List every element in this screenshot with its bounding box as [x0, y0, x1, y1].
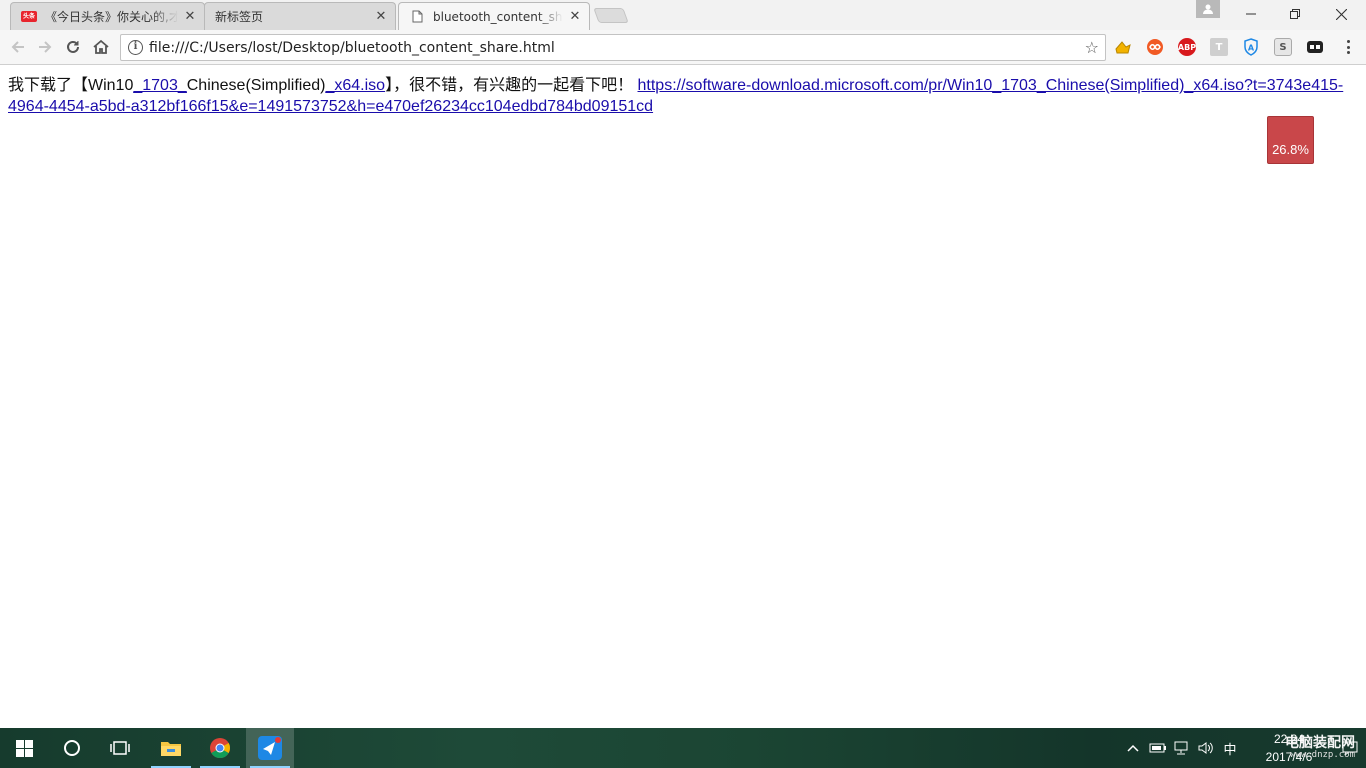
page-content: 我下载了【Win10_1703_Chinese(Simplified)_x64.… [0, 66, 1366, 728]
ext-yellow-icon[interactable] [1114, 38, 1132, 56]
ext-gamepad-icon[interactable] [1306, 38, 1324, 56]
tray-expand-icon[interactable] [1124, 728, 1142, 768]
chrome-menu-icon[interactable] [1340, 38, 1356, 56]
minimize-button[interactable] [1228, 0, 1274, 28]
new-tab-button[interactable] [593, 8, 629, 23]
restore-button[interactable] [1272, 0, 1318, 28]
watermark-site: www.dnzp.com [1290, 750, 1356, 760]
file-explorer-icon [161, 742, 181, 756]
restore-icon [1290, 9, 1300, 19]
svg-text:A: A [1248, 44, 1255, 53]
address-bar[interactable]: i file:///C:/Users/lost/Desktop/bluetoot… [120, 34, 1106, 61]
close-icon [1335, 8, 1347, 20]
address-url[interactable]: file:///C:/Users/lost/Desktop/bluetooth_… [149, 40, 555, 56]
tab-close-icon[interactable]: ✕ [375, 10, 387, 23]
battery-icon[interactable] [1148, 728, 1168, 768]
tab-title: bluetooth_content_share.html [433, 9, 563, 24]
tab-close-icon[interactable]: ✕ [184, 10, 196, 23]
adblock-plus-icon[interactable]: ABP [1178, 38, 1196, 56]
tab-title: 新标签页 [215, 10, 264, 24]
tab-close-icon[interactable]: ✕ [569, 10, 581, 23]
chrome-taskbar-button[interactable] [196, 728, 244, 768]
windows-taskbar: 中 22:24 2017/4/6 [0, 728, 1366, 768]
task-view-button[interactable] [96, 728, 144, 768]
forward-button[interactable] [34, 36, 56, 58]
watermark-logo: 电脑装配网 [1285, 735, 1355, 751]
volume-icon[interactable] [1196, 728, 1216, 768]
tab-strip: 头条 《今日头条》你关心的,才是头条 ✕ 新标签页 ✕ bluetooth_co… [0, 0, 1366, 30]
share-app-taskbar-button[interactable] [246, 728, 294, 768]
ext-shield-a-icon[interactable]: A [1242, 38, 1260, 56]
ext-infinity-icon[interactable] [1146, 38, 1164, 56]
share-message: 我下载了【Win10_1703_Chinese(Simplified)_x64.… [8, 75, 1348, 117]
progress-badge[interactable]: 26.8% [1267, 116, 1314, 164]
home-icon [93, 39, 109, 54]
page-icon [409, 10, 425, 23]
share-app-icon [258, 736, 282, 760]
start-icon [15, 739, 33, 757]
cortana-button[interactable] [48, 728, 96, 768]
start-button[interactable] [0, 728, 48, 768]
network-icon[interactable] [1172, 728, 1192, 768]
tab-bluetooth-share[interactable]: bluetooth_content_share.html ✕ [398, 2, 590, 30]
profile-avatar-icon[interactable] [1196, 0, 1220, 18]
share-filename-link-x64[interactable]: _x64.iso [325, 77, 385, 94]
tab-new-tab[interactable]: 新标签页 ✕ [204, 2, 396, 30]
site-info-icon[interactable]: i [128, 40, 143, 55]
ime-indicator[interactable]: 中 [1219, 728, 1241, 768]
reload-icon [67, 40, 79, 53]
ext-t-icon[interactable]: T [1210, 38, 1228, 56]
cortana-icon [64, 740, 80, 756]
file-explorer-button[interactable] [147, 728, 195, 768]
tab-title: 《今日头条》你关心的,才是头条 [45, 10, 178, 24]
tab-toutiao[interactable]: 头条 《今日头条》你关心的,才是头条 ✕ [10, 2, 205, 30]
close-window-button[interactable] [1318, 0, 1364, 28]
forward-arrow-icon [39, 41, 52, 53]
reload-button[interactable] [62, 36, 84, 58]
chrome-icon [210, 738, 231, 759]
toutiao-favicon-icon: 头条 [21, 11, 37, 22]
share-text-middle: Chinese(Simplified) [186, 77, 326, 94]
browser-toolbar: i file:///C:/Users/lost/Desktop/bluetoot… [0, 30, 1366, 65]
task-view-icon [110, 741, 130, 755]
share-text-after: 】，很不错，有兴趣的一起看下吧！ [385, 77, 638, 94]
back-button[interactable] [7, 36, 29, 58]
home-button[interactable] [90, 36, 112, 58]
share-filename-link-1703[interactable]: _1703_ [133, 77, 186, 94]
ext-s-icon[interactable]: S [1274, 38, 1292, 56]
share-text-before: 我下载了【Win10 [8, 77, 134, 94]
minimize-icon [1246, 13, 1256, 15]
back-arrow-icon [11, 41, 24, 53]
bookmark-star-icon[interactable]: ☆ [1085, 38, 1099, 57]
